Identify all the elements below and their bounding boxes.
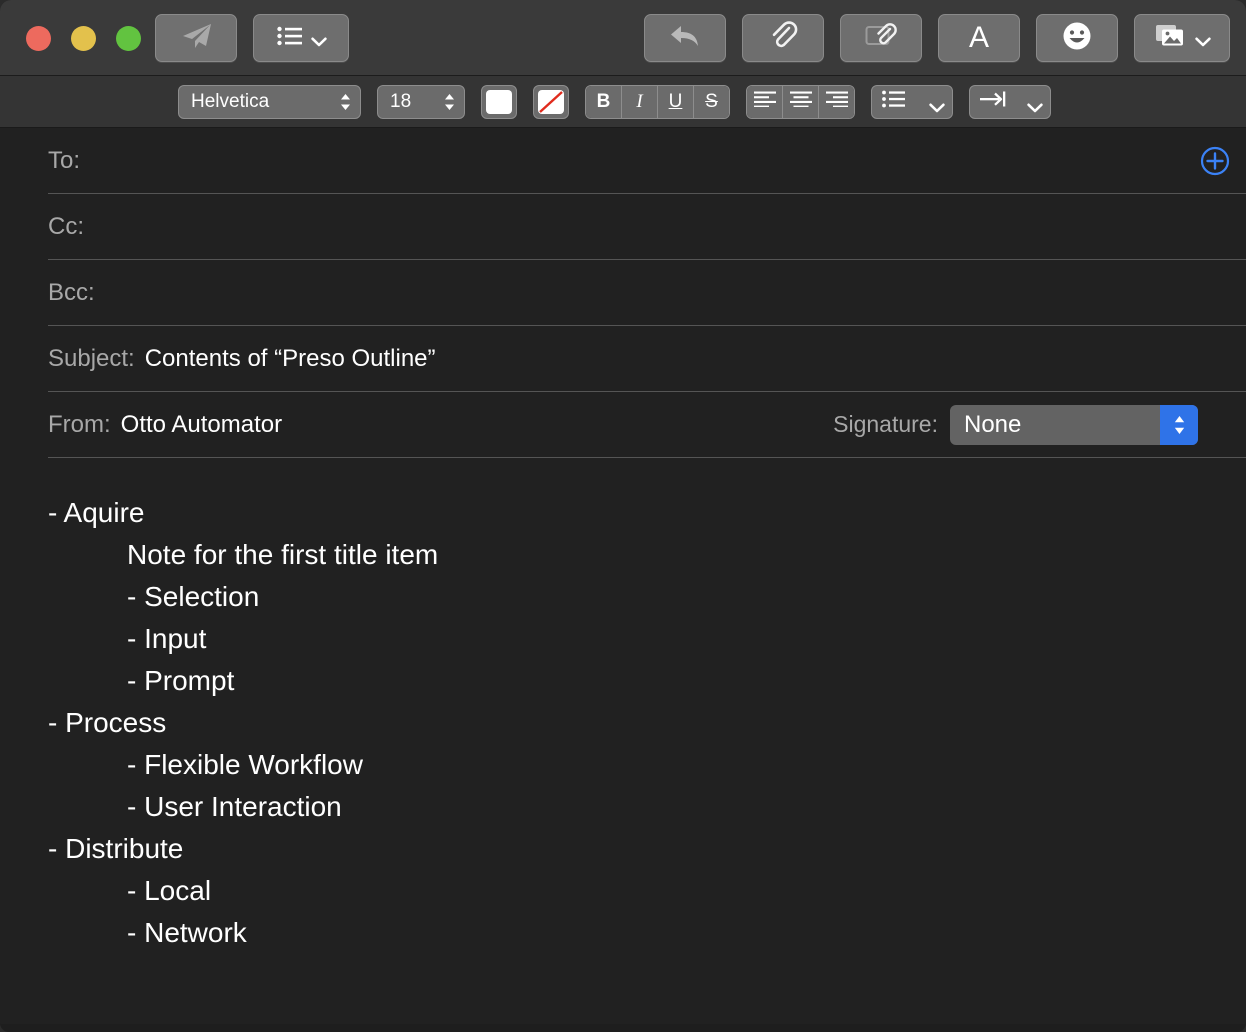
paperclip-icon <box>768 20 798 56</box>
alignment-segmented-control <box>746 84 855 119</box>
attach-button[interactable] <box>742 14 824 62</box>
toolbar-left-group <box>155 14 349 62</box>
align-left-icon <box>753 91 776 113</box>
body-line: - User Interaction <box>127 791 342 822</box>
signature-select[interactable]: None <box>950 404 1198 445</box>
align-right-icon <box>825 91 848 113</box>
font-family-select[interactable]: Helvetica <box>178 84 361 119</box>
signature-control: Signature: None <box>833 404 1198 445</box>
subject-field-row[interactable]: Subject: Contents of “Preso Outline” <box>48 326 1246 392</box>
format-toolbar: Helvetica 18 B I U S <box>0 76 1246 128</box>
body-line: Note for the first title item <box>127 539 439 570</box>
subject-label: Subject: <box>48 344 135 372</box>
cc-label: Cc: <box>48 212 84 240</box>
body-line: - Distribute <box>48 833 184 864</box>
chevron-down-icon <box>929 97 945 113</box>
mail-compose-window: A Helvetica 18 B I U S To: Cc: Bcc: Subj… <box>0 0 1246 1032</box>
align-left-button[interactable] <box>747 85 783 118</box>
traffic-lights <box>26 26 141 51</box>
indent-button[interactable] <box>969 84 1051 119</box>
font-size-value: 18 <box>390 90 412 112</box>
body-line: - Input <box>127 623 207 654</box>
stepper-icon <box>443 91 456 113</box>
close-window-button[interactable] <box>26 26 51 51</box>
align-right-button[interactable] <box>819 85 854 118</box>
header-fields-button[interactable] <box>253 14 349 62</box>
underline-label: U <box>668 90 683 112</box>
body-line: - Prompt <box>127 665 235 696</box>
body-line: - Network <box>127 917 247 948</box>
compose-header-fields: To: Cc: Bcc: Subject: Contents of “Preso… <box>0 128 1246 458</box>
bullet-list-button[interactable] <box>871 84 953 119</box>
bullet-list-icon <box>882 90 906 114</box>
strikethrough-button[interactable]: S <box>694 85 729 118</box>
letter-a-icon: A <box>968 21 989 54</box>
toolbar-right-group: A <box>644 14 1230 62</box>
attach-document-icon <box>864 22 898 55</box>
smiley-face-icon <box>1061 20 1093 57</box>
from-value[interactable]: Otto Automator <box>121 411 282 439</box>
paper-plane-icon <box>179 22 213 55</box>
indent-arrow-icon <box>980 90 1008 114</box>
message-body[interactable]: - Aquire Note for the first title item -… <box>0 458 1246 1024</box>
cc-field-row[interactable]: Cc: <box>48 194 1246 260</box>
color-chip-none <box>538 89 564 114</box>
chevron-down-icon <box>1194 34 1211 46</box>
align-center-icon <box>789 91 812 113</box>
align-center-button[interactable] <box>783 85 819 118</box>
maximize-window-button[interactable] <box>116 26 141 51</box>
photos-icon <box>1155 23 1187 54</box>
font-family-value: Helvetica <box>191 90 270 112</box>
signature-value: None <box>964 410 1022 438</box>
chevron-down-icon <box>310 34 327 46</box>
text-style-segmented-control: B I U S <box>585 84 730 119</box>
body-line: - Flexible Workflow <box>127 749 363 780</box>
to-field-row[interactable]: To: <box>48 128 1246 194</box>
font-size-select[interactable]: 18 <box>377 84 465 119</box>
no-color-swatch-button[interactable] <box>533 84 569 119</box>
minimize-window-button[interactable] <box>71 26 96 51</box>
stepper-icon <box>1160 404 1198 445</box>
reply-button[interactable] <box>644 14 726 62</box>
chevron-down-icon <box>1027 97 1043 113</box>
send-button[interactable] <box>155 14 237 62</box>
strikethrough-label: S <box>705 90 718 112</box>
signature-label: Signature: <box>833 411 938 437</box>
from-label: From: <box>48 410 111 438</box>
markup-attach-button[interactable] <box>840 14 922 62</box>
body-line: - Process <box>48 707 167 738</box>
underline-button[interactable]: U <box>658 85 694 118</box>
to-label: To: <box>48 146 81 174</box>
from-field-row[interactable]: From: Otto Automator Signature: None <box>48 392 1246 458</box>
bold-button[interactable]: B <box>586 85 622 118</box>
italic-label: I <box>636 90 643 112</box>
stepper-icon <box>339 91 352 113</box>
window-titlebar: A <box>0 0 1246 76</box>
emoji-button[interactable] <box>1036 14 1118 62</box>
color-chip <box>486 89 512 114</box>
italic-button[interactable]: I <box>622 85 658 118</box>
body-line: - Selection <box>127 581 260 612</box>
body-line: - Aquire <box>48 497 145 528</box>
reply-arrow-icon <box>668 23 702 54</box>
text-color-swatch-button[interactable] <box>481 84 517 119</box>
bold-label: B <box>596 90 611 112</box>
media-browser-button[interactable] <box>1134 14 1230 62</box>
bcc-field-row[interactable]: Bcc: <box>48 260 1246 326</box>
add-recipient-button[interactable] <box>1200 146 1230 176</box>
bcc-label: Bcc: <box>48 278 95 306</box>
subject-input[interactable]: Contents of “Preso Outline” <box>145 345 436 373</box>
format-button[interactable]: A <box>938 14 1020 62</box>
list-icon <box>276 26 303 51</box>
body-line: - Local <box>127 875 212 906</box>
